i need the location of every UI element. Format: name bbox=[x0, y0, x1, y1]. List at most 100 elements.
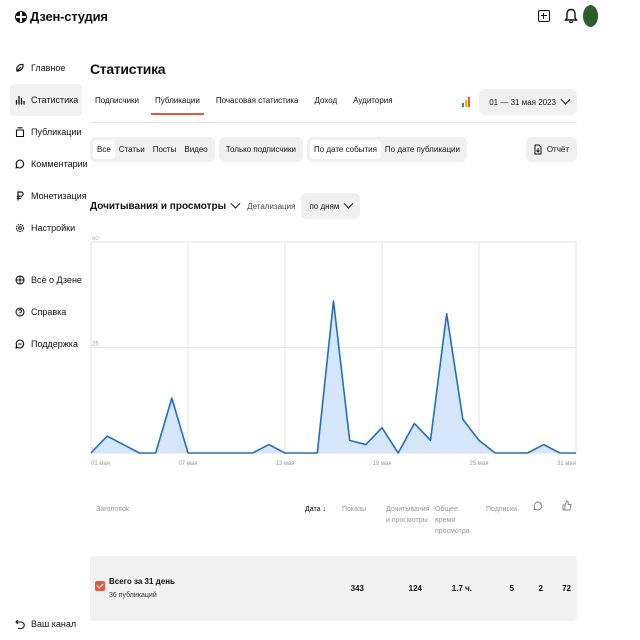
total-reads: 124 bbox=[408, 584, 422, 593]
filter-by-event-date[interactable]: По дате события bbox=[309, 140, 381, 159]
home-icon bbox=[16, 63, 24, 72]
your-channel-label: Ваш канал bbox=[31, 619, 77, 629]
sidebar-item-label: Настройки bbox=[31, 223, 76, 233]
avatar[interactable] bbox=[583, 5, 598, 27]
help-icon bbox=[15, 307, 25, 317]
download-icon bbox=[534, 144, 542, 155]
table-total-row: Всего за 31 день 36 публикаций 343 124 1… bbox=[90, 556, 577, 621]
col-time[interactable]: Общее время просмотра bbox=[435, 504, 475, 537]
x-tick-label: 19 мая bbox=[372, 461, 391, 467]
chevron-down-icon bbox=[230, 198, 241, 209]
filter-by-publication-date[interactable]: По дате публикации bbox=[381, 140, 464, 159]
tabs-divider bbox=[90, 122, 577, 123]
filter-posts[interactable]: Посты bbox=[149, 140, 181, 159]
tab-hourly[interactable]: Почасовая статистика bbox=[216, 96, 307, 115]
sidebar-item-help[interactable]: Справка bbox=[10, 296, 82, 328]
sidebar-item-home[interactable]: Главное bbox=[10, 52, 82, 84]
total-subs: 5 bbox=[509, 584, 514, 593]
subscribers-only-filter: Только подписчики bbox=[218, 137, 303, 162]
metric-label: Дочитывания и просмотры bbox=[90, 200, 227, 212]
your-channel-link[interactable]: Ваш канал bbox=[15, 619, 76, 629]
ruble-icon bbox=[16, 191, 24, 201]
sidebar-item-label: Справка bbox=[31, 307, 67, 317]
report-button[interactable]: Отчёт bbox=[525, 137, 577, 162]
sidebar-item-label: Всё о Дзене bbox=[31, 275, 82, 285]
date-range-value: 01 — 31 мая 2023 bbox=[489, 97, 556, 107]
filter-articles[interactable]: Статьи bbox=[115, 140, 149, 159]
sidebar-item-monetization[interactable]: Монетизация bbox=[10, 180, 87, 212]
tab-income[interactable]: Доход bbox=[314, 96, 345, 115]
total-shows: 343 bbox=[350, 584, 364, 593]
metric-row: Дочитывания и просмотры Детализация по д… bbox=[90, 193, 361, 219]
sidebar-item-support[interactable]: Поддержка bbox=[10, 328, 82, 360]
chart-type-icon[interactable] bbox=[462, 97, 472, 107]
sidebar-item-publications[interactable]: Публикации bbox=[10, 116, 82, 148]
comment-icon[interactable] bbox=[533, 501, 543, 511]
like-icon[interactable] bbox=[562, 500, 572, 511]
sidebar-item-label: Комментарии bbox=[31, 159, 88, 169]
tab-audience[interactable]: Аудитория bbox=[353, 96, 400, 115]
date-area: 01 — 31 мая 2023 bbox=[462, 89, 577, 115]
filter-video[interactable]: Видео bbox=[180, 140, 211, 159]
dzen-logo-icon bbox=[15, 10, 27, 23]
bell-icon[interactable] bbox=[564, 8, 578, 24]
detail-label: Детализация bbox=[247, 201, 296, 211]
report-label: Отчёт bbox=[546, 145, 569, 154]
sidebar-item-label: Монетизация bbox=[31, 191, 87, 201]
page-title: Статистика bbox=[90, 61, 166, 77]
sidebar-item-settings[interactable]: Настройки bbox=[10, 212, 82, 244]
x-tick-label: 31 мая bbox=[557, 461, 576, 467]
chevron-down-icon bbox=[343, 198, 354, 209]
col-reads[interactable]: Дочитывания и просмотры bbox=[386, 504, 429, 526]
y-tick-label: 50 bbox=[92, 236, 99, 242]
stats-chart: 0255001 мая 07 мая 13 мая 19 мая 25 мая 31 ма… bbox=[90, 236, 577, 467]
sidebar-item-label: Статистика bbox=[31, 95, 79, 105]
total-comments: 2 bbox=[538, 584, 543, 593]
metric-selector[interactable]: Дочитывания и просмотры bbox=[90, 198, 241, 212]
filter-subscribers-only[interactable]: Только подписчики bbox=[222, 140, 300, 159]
x-tick-label: 01 мая bbox=[91, 461, 110, 467]
content-type-filter: Все Статьи Посты Видео bbox=[90, 137, 215, 162]
series-area bbox=[91, 301, 576, 453]
col-date[interactable]: Дата ↓ bbox=[305, 504, 326, 515]
detail-value: по дням bbox=[309, 201, 340, 211]
gear-icon bbox=[15, 223, 25, 233]
sidebar-item-about-dzen[interactable]: Всё о Дзене bbox=[10, 264, 82, 296]
tab-subscribers[interactable]: Подписчики bbox=[95, 96, 147, 115]
total-title: Всего за 31 день bbox=[109, 577, 175, 586]
filter-all[interactable]: Все bbox=[93, 140, 115, 159]
date-range-picker[interactable]: 01 — 31 мая 2023 bbox=[479, 89, 577, 115]
sidebar: Главное Статистика Публикации Комментари… bbox=[10, 52, 88, 360]
header-actions bbox=[538, 5, 598, 27]
sidebar-item-label: Публикации bbox=[31, 127, 82, 137]
date-mode-filter: По дате события По дате публикации bbox=[306, 137, 467, 162]
sidebar-item-label: Поддержка bbox=[31, 339, 78, 349]
x-tick-label: 25 мая bbox=[469, 461, 488, 467]
stats-tabs: Подписчики Публикации Почасовая статисти… bbox=[95, 96, 409, 115]
x-tick-label: 07 мая bbox=[178, 461, 197, 467]
total-time: 1.7 ч. bbox=[451, 584, 472, 593]
y-tick-label: 25 bbox=[92, 342, 99, 348]
support-icon bbox=[15, 339, 25, 349]
filters: Все Статьи Посты Видео Только подписчики… bbox=[90, 137, 467, 162]
total-checkbox[interactable] bbox=[95, 581, 105, 591]
comment-icon bbox=[15, 159, 25, 169]
sidebar-item-label: Главное bbox=[31, 63, 66, 73]
chevron-down-icon bbox=[560, 94, 571, 105]
x-tick-label: 13 мая bbox=[275, 461, 294, 467]
sidebar-item-stats[interactable]: Статистика bbox=[10, 84, 82, 116]
tab-publications[interactable]: Публикации bbox=[151, 96, 208, 115]
col-shows[interactable]: Показы bbox=[342, 504, 366, 515]
col-title[interactable]: Заголовок bbox=[96, 504, 129, 515]
detail-selector[interactable]: по дням bbox=[301, 193, 361, 219]
stats-icon bbox=[15, 96, 25, 105]
col-subs[interactable]: Подписки bbox=[486, 504, 517, 515]
dzen-studio-logo[interactable]: Дзен-студия bbox=[15, 9, 108, 24]
total-likes: 72 bbox=[562, 584, 571, 593]
sidebar-item-comments[interactable]: Комментарии bbox=[10, 148, 88, 180]
plus-icon[interactable] bbox=[538, 10, 550, 22]
logo-text: Дзен-студия bbox=[30, 9, 108, 24]
publications-icon bbox=[15, 127, 25, 137]
total-subtitle: 36 публикаций bbox=[109, 592, 157, 599]
dzen-icon bbox=[15, 275, 25, 285]
